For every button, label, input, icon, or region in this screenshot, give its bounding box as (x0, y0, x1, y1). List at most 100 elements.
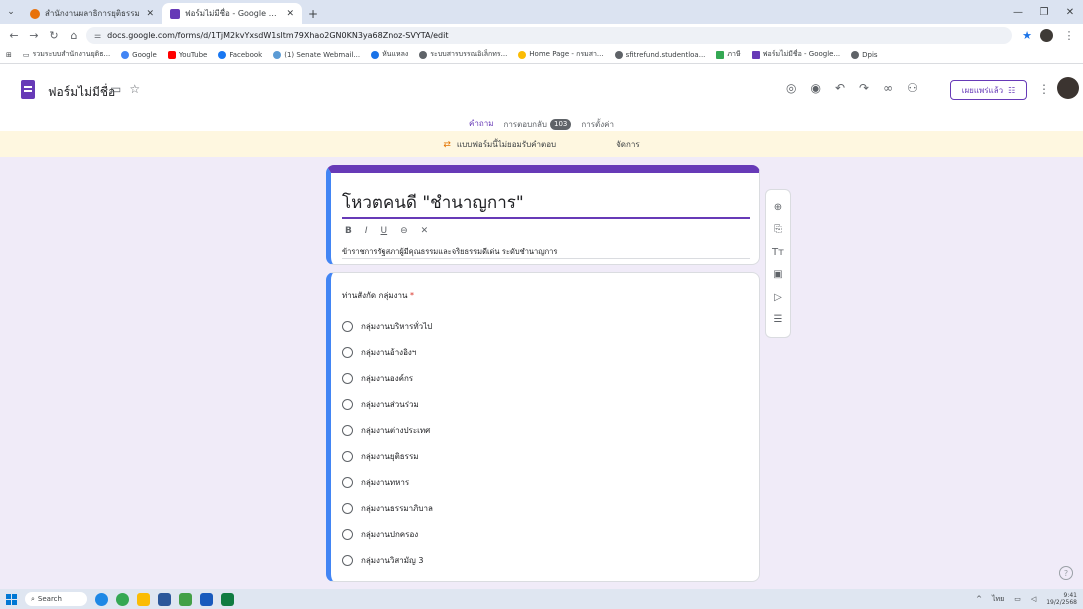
tab-search-chevron-icon[interactable]: ⌄ (0, 0, 22, 24)
back-icon[interactable]: ← (6, 29, 22, 42)
italic-icon[interactable]: I (365, 226, 368, 236)
preview-eye-icon[interactable]: ◉ (810, 81, 820, 95)
star-icon[interactable]: ☆ (129, 82, 140, 96)
published-button[interactable]: เผยแพร่แล้ว ☷ (950, 80, 1027, 100)
bookmark-item[interactable]: YouTube (167, 50, 207, 59)
add-title-icon[interactable]: Tт (772, 247, 784, 258)
tab-close-icon[interactable]: ✕ (286, 9, 294, 19)
radio-option[interactable]: กลุ่มงานปกครอง (342, 521, 433, 547)
radio-icon[interactable] (342, 320, 353, 332)
radio-option[interactable]: กลุ่มงานธรรมาภิบาล (342, 495, 433, 521)
reload-icon[interactable]: ↻ (46, 29, 62, 42)
chrome-icon[interactable] (116, 592, 129, 606)
radio-icon[interactable] (342, 346, 353, 358)
bookmark-item[interactable]: ฟอร์มไม่มีชื่อ - Google... (751, 49, 840, 60)
document-title[interactable]: ฟอร์มไม่มีชื่อ (48, 83, 115, 102)
radio-icon[interactable] (342, 554, 353, 566)
browser-tab-2[interactable]: ฟอร์มไม่มีชื่อ - Google ฟอร์ม ✕ (162, 3, 302, 24)
add-collaborator-icon[interactable]: ⚇ (907, 81, 918, 95)
add-image-icon[interactable]: ▣ (773, 269, 782, 280)
clear-formatting-icon[interactable]: ✕ (421, 226, 429, 236)
radio-icon[interactable] (342, 424, 353, 436)
form-title[interactable]: โหวตคนดี "ชำนาญการ" (342, 189, 524, 216)
radio-option[interactable]: กลุ่มงานต่างประเทศ (342, 417, 433, 443)
insert-link-icon[interactable]: ⊖ (400, 226, 408, 236)
import-questions-icon[interactable]: ⎘ (774, 224, 782, 235)
minimize-icon[interactable]: — (1005, 7, 1031, 18)
browser-tab-1[interactable]: สำนักงานผลาธิการยุติธรรม ✕ (22, 3, 162, 24)
more-options-icon[interactable]: ⋮ (1038, 82, 1050, 96)
excel-icon[interactable] (221, 592, 234, 606)
language-indicator[interactable]: ไทย (992, 594, 1004, 605)
redo-icon[interactable]: ↷ (859, 81, 869, 95)
file-explorer-icon[interactable] (137, 592, 150, 606)
help-icon[interactable]: ? (1059, 566, 1073, 580)
site-info-icon[interactable]: ⚌ (94, 31, 101, 40)
radio-icon[interactable] (342, 502, 353, 514)
responses-off-icon: ⇄ (443, 139, 451, 150)
radio-icon[interactable] (342, 528, 353, 540)
question-card[interactable]: ท่านสังกัด กลุ่มงาน * กลุ่มงานบริหารทั่ว… (326, 272, 760, 582)
google-forms-logo-icon[interactable] (21, 80, 35, 99)
edge-icon[interactable] (95, 592, 108, 606)
add-section-icon[interactable]: ☰ (774, 314, 783, 325)
bookmark-item[interactable]: ระบบสารบรรณอิเล็กทร... (419, 49, 507, 60)
bookmark-item[interactable]: Facebook (218, 50, 262, 59)
form-description[interactable]: ข้าราชการรัฐสภาผู้มีคุณธรรมและจริยธรรมดี… (342, 246, 557, 258)
bookmark-item[interactable]: (1) Senate Webmail... (273, 50, 360, 59)
palette-icon[interactable]: ◎ (786, 81, 796, 95)
radio-icon[interactable] (342, 476, 353, 488)
volume-icon[interactable]: ◁ (1031, 595, 1036, 603)
window-controls: — ❐ ✕ (1005, 0, 1083, 24)
bookmark-item[interactable]: หันแหลง (371, 49, 408, 60)
title-underline (342, 217, 750, 219)
globe-icon (614, 50, 623, 59)
tab-close-icon[interactable]: ✕ (146, 9, 154, 19)
restore-icon[interactable]: ❐ (1031, 7, 1057, 18)
form-title-card[interactable]: โหวตคนดี "ชำนาญการ" B I U ⊖ ✕ ข้าราชการร… (326, 165, 760, 265)
radio-icon[interactable] (342, 372, 353, 384)
clock[interactable]: 9:41 19/2/2568 (1046, 592, 1077, 606)
add-question-icon[interactable]: ⊕ (774, 202, 782, 213)
radio-option[interactable]: กลุ่มงานอ้างอิงฯ (342, 339, 433, 365)
link-icon[interactable]: ∞ (883, 81, 893, 95)
bookmark-item[interactable]: Home Page - กรมสา... (518, 49, 604, 60)
new-tab-button[interactable]: + (302, 3, 324, 24)
radio-icon[interactable] (342, 398, 353, 410)
app-icon[interactable] (158, 592, 171, 606)
radio-option[interactable]: กลุ่มงานส่วนร่วม (342, 391, 433, 417)
tray-chevron-icon[interactable]: ^ (976, 595, 982, 603)
account-avatar[interactable] (1057, 77, 1079, 99)
undo-icon[interactable]: ↶ (835, 81, 845, 95)
bookmark-item[interactable]: ภาษี (716, 49, 741, 60)
radio-option[interactable]: กลุ่มงานวิสามัญ 3 (342, 547, 433, 573)
network-icon[interactable]: ▭ (1014, 595, 1021, 603)
banner-message: แบบฟอร์มนี้ไม่ยอมรับคำตอบ (456, 139, 557, 149)
bookmark-item[interactable]: ▭ รวมระบบสำนักงานยุติธ... (23, 49, 110, 60)
forward-icon[interactable]: → (26, 29, 42, 42)
word-icon[interactable] (200, 592, 213, 606)
bold-icon[interactable]: B (345, 226, 352, 236)
windows-start-icon[interactable] (6, 593, 17, 605)
url-field[interactable]: ⚌ docs.google.com/forms/d/1TjM2kvYxsdW1s… (86, 26, 1013, 44)
bookmark-item[interactable]: Google (121, 50, 157, 59)
radio-option[interactable]: กลุ่มงานองค์กร (342, 365, 433, 391)
apps-grid-icon[interactable]: ⊞ (6, 51, 12, 59)
radio-option[interactable]: กลุ่มงานบริหารทั่วไป (342, 313, 433, 339)
browser-menu-icon[interactable]: ⋮ (1061, 29, 1077, 42)
bookmark-star-icon[interactable]: ★ (1022, 29, 1032, 42)
radio-option[interactable]: กลุ่มงานยุติธรรม (342, 443, 433, 469)
profile-avatar[interactable] (1040, 28, 1053, 42)
radio-icon[interactable] (342, 450, 353, 462)
manage-link[interactable]: จัดการ (616, 138, 640, 151)
app-icon[interactable] (179, 592, 192, 606)
add-video-icon[interactable]: ▷ (774, 292, 782, 303)
move-to-folder-icon[interactable]: ▭ (110, 82, 121, 96)
close-window-icon[interactable]: ✕ (1057, 7, 1083, 18)
taskbar-search[interactable]: ⌕ Search (25, 592, 87, 606)
home-icon[interactable]: ⌂ (66, 29, 82, 42)
bookmark-item[interactable]: sfitrefund.studentloa... (614, 50, 705, 59)
underline-icon[interactable]: U (381, 226, 388, 236)
bookmark-item[interactable]: Dpis (851, 50, 878, 59)
radio-option[interactable]: กลุ่มงานทหาร (342, 469, 433, 495)
